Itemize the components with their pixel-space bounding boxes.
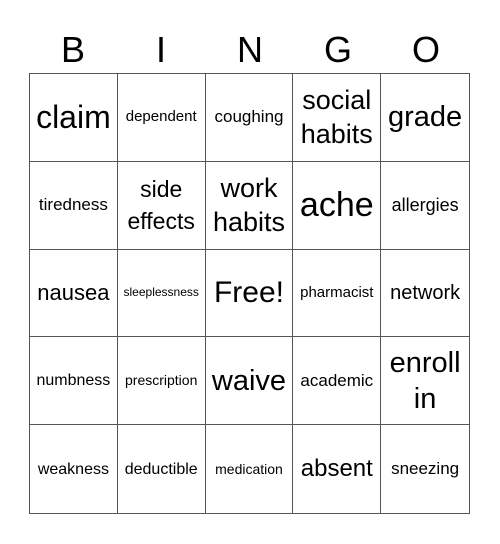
bingo-cell-free[interactable]: Free! [205, 249, 294, 338]
bingo-cell-text: social habits [300, 85, 373, 150]
bingo-cell[interactable]: sleeplessness [117, 249, 206, 338]
bingo-cell[interactable]: waive [205, 337, 294, 426]
bingo-cell[interactable]: pharmacist [293, 249, 382, 338]
bingo-cell[interactable]: social habits [293, 74, 382, 162]
bingo-cell[interactable]: deductible [118, 425, 206, 513]
bingo-cell[interactable]: side effects [117, 161, 206, 250]
bingo-cell[interactable]: numbness [30, 337, 118, 426]
bingo-cell-text: sneezing [391, 459, 460, 479]
bingo-cell[interactable]: sneezing [381, 425, 469, 513]
bingo-cell[interactable]: allergies [381, 162, 469, 250]
bingo-cell-text: weakness [37, 460, 109, 478]
bingo-cell-text: allergies [391, 195, 459, 216]
bingo-cell-text: ache [299, 186, 374, 225]
bingo-cell[interactable]: prescription [117, 337, 206, 426]
bingo-cell-text: absent [300, 455, 373, 483]
bingo-cell[interactable]: claim [30, 74, 118, 162]
bingo-cell-text: prescription [125, 372, 198, 389]
bingo-cell[interactable]: absent [293, 425, 382, 513]
bingo-cell-text: deductible [124, 460, 198, 478]
bingo-cell[interactable]: dependent [117, 74, 206, 162]
bingo-cell-text: enroll in [389, 346, 461, 415]
bingo-cell-text: Free! [213, 275, 284, 309]
bingo-cell-text: side effects [127, 176, 195, 235]
bingo-cell-text: dependent [125, 108, 197, 126]
bingo-cell[interactable]: weakness [30, 425, 118, 513]
bingo-cell-text: claim [36, 99, 111, 136]
bingo-cell-text: nausea [37, 279, 110, 305]
bingo-cell-text: grade [388, 101, 463, 134]
bingo-cell[interactable]: network [381, 250, 469, 338]
header-letter-i: I [155, 29, 166, 70]
bingo-cell-text: sleeplessness [123, 285, 199, 300]
bingo-cell[interactable]: nausea [30, 249, 118, 338]
bingo-cell-text: coughing [214, 107, 284, 127]
bingo-cell[interactable]: medication [206, 425, 294, 513]
header-letter-b: B [60, 29, 85, 70]
bingo-cell-text: academic [300, 370, 374, 390]
header-letter-g: G [323, 29, 352, 70]
bingo-cell[interactable]: work habits [205, 161, 294, 250]
bingo-cell[interactable]: enroll in [381, 337, 469, 426]
bingo-cell[interactable]: grade [381, 74, 469, 162]
bingo-cell[interactable]: ache [293, 161, 382, 250]
bingo-cell[interactable]: academic [293, 337, 382, 426]
header-letter-o: O [411, 29, 440, 70]
bingo-grid: claim dependent coughing social habits grade… [29, 73, 470, 514]
bingo-cell[interactable]: tiredness [30, 161, 118, 250]
bingo-cell-text: waive [211, 364, 287, 397]
bingo-cell[interactable]: coughing [205, 74, 294, 162]
bingo-cell-text: work habits [212, 173, 286, 238]
bingo-cell-text: tiredness [38, 195, 108, 215]
bingo-header: B I N G O [29, 28, 471, 72]
bingo-cell-text: medication [215, 460, 283, 477]
bingo-cell-text: numbness [36, 372, 111, 390]
bingo-cell-text: network [390, 281, 461, 304]
bingo-cell-text: pharmacist [300, 283, 374, 301]
header-letter-n: N [237, 29, 263, 70]
